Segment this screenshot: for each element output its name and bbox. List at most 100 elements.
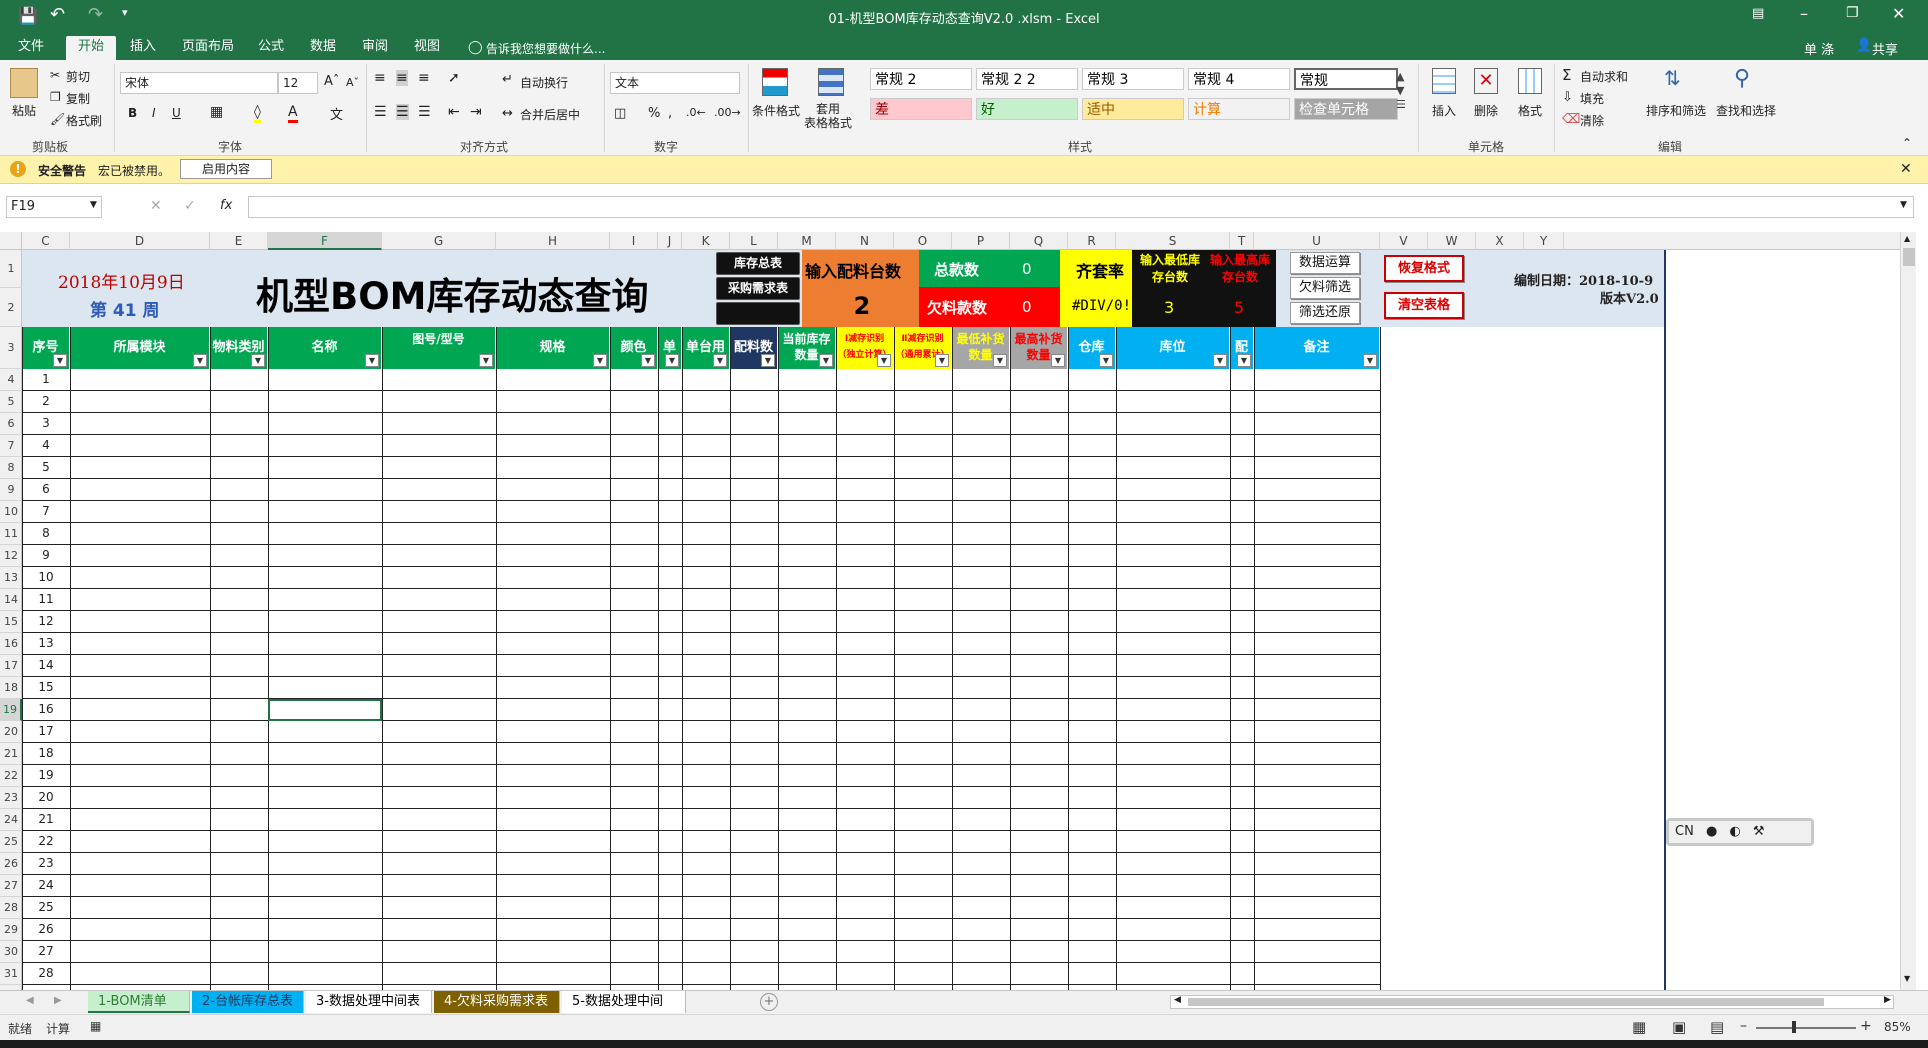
input-quantity-value[interactable]: 2 [852,292,872,320]
gallery-scroll-icon[interactable]: ▲ ▼ ☰ [1396,70,1406,112]
close-security-icon[interactable]: ✕ [1900,161,1912,177]
row-header-2[interactable]: 2 [0,288,22,327]
column-header-M[interactable]: M [778,232,836,250]
minimize-icon[interactable]: – [1800,4,1808,23]
hscroll-thumb[interactable] [1188,998,1824,1006]
accounting-icon[interactable]: ◫ [614,106,626,121]
filter-dropdown-icon-16[interactable]: ▼ [1213,354,1227,367]
cancel-formula-icon[interactable]: ✕ [150,198,162,214]
table-header-1[interactable]: 所属模块 ▼ [70,327,210,369]
row-header-16[interactable]: 16 [0,633,22,655]
copy-button[interactable]: 复制 [66,90,90,107]
cut-icon[interactable]: ✂ [50,68,60,82]
selected-cell-F19[interactable] [268,699,382,721]
row-header-7[interactable]: 7 [0,435,22,457]
table-format-button[interactable]: 套用 表格格式 [804,102,852,130]
sort-filter-button[interactable]: 排序和筛选 [1646,102,1706,119]
align-right-icon[interactable]: ☰ [418,104,431,120]
enable-content-button[interactable]: 启用内容 [180,159,272,179]
page-break-view-icon[interactable]: ▤ [1710,1018,1724,1036]
comma-icon[interactable]: , [668,106,672,121]
filter-dropdown-icon-0[interactable]: ▼ [53,354,67,367]
row-header-20[interactable]: 20 [0,721,22,743]
paste-icon[interactable] [10,68,38,98]
blank-black-button[interactable] [716,302,800,325]
row-header-30[interactable]: 30 [0,941,22,963]
macro-record-icon[interactable]: ▦ [90,1019,101,1033]
row-header-28[interactable]: 28 [0,897,22,919]
filter-dropdown-icon-15[interactable]: ▼ [1099,354,1113,367]
decrease-indent-icon[interactable]: ⇤ [448,104,460,120]
column-header-R[interactable]: R [1068,232,1116,250]
column-header-W[interactable]: W [1428,232,1476,250]
align-left-icon[interactable]: ☰ [374,104,387,120]
row-header-23[interactable]: 23 [0,787,22,809]
percent-icon[interactable]: % [648,106,660,121]
filter-dropdown-icon-18[interactable]: ▼ [1363,354,1377,367]
table-header-11[interactable]: Ⅰ减存识别（独立计算） ▼ [836,327,894,369]
font-size-select[interactable]: 12 [278,72,318,94]
enter-formula-icon[interactable]: ✓ [184,198,196,214]
table-header-4[interactable]: 图号/型号 ▼ [382,327,496,369]
filter-dropdown-icon-13[interactable]: ▼ [993,354,1007,367]
ribbon-display-icon[interactable]: ▤ [1752,6,1764,21]
column-header-D[interactable]: D [70,232,210,250]
vertical-scroll-thumb[interactable] [1903,248,1915,266]
align-bottom-icon[interactable]: ≡ [418,70,430,86]
style-cell-6[interactable]: 好 [976,98,1078,120]
style-cell-8[interactable]: 计算 [1188,98,1290,120]
table-header-17[interactable]: 配料次 ▼ [1230,327,1254,439]
tab-scroll-right-icon[interactable]: ▶ [54,995,62,1006]
fill-color-icon[interactable]: ◊ [254,104,261,123]
row-header-6[interactable]: 6 [0,413,22,435]
row-header-29[interactable]: 29 [0,919,22,941]
table-header-9[interactable]: 配料数量 ▼ [730,327,778,397]
row-header-31[interactable]: 31 [0,963,22,985]
filter-dropdown-icon-14[interactable]: ▼ [1051,354,1065,367]
sort-filter-icon[interactable]: ⇅ [1664,66,1681,90]
column-header-N[interactable]: N [836,232,894,250]
format-cells-button[interactable]: 格式 [1518,102,1542,119]
table-header-6[interactable]: 颜色 ▼ [610,327,658,369]
column-header-J[interactable]: J [658,232,682,250]
row-header-27[interactable]: 27 [0,875,22,897]
cut-button[interactable]: 剪切 [66,68,90,85]
table-header-7[interactable]: 单位 ▼ [658,327,682,397]
row-header-15[interactable]: 15 [0,611,22,633]
row-header-1[interactable]: 1 [0,250,22,288]
zoom-slider[interactable] [1756,1027,1856,1029]
sheet-tab-2[interactable]: 2-台帐库存总表 [192,991,304,1013]
hscroll-left-icon[interactable]: ◀ [1174,995,1181,1005]
column-header-S[interactable]: S [1116,232,1230,250]
row-header-10[interactable]: 10 [0,501,22,523]
table-header-10[interactable]: 当前库存数量 ▼ [778,327,836,369]
zoom-out-icon[interactable]: – [1740,1018,1747,1034]
style-cell-9[interactable]: 检查单元格 [1294,98,1398,120]
copy-icon[interactable]: ❐ [50,90,61,104]
row-header-17[interactable]: 17 [0,655,22,677]
conditional-format-button[interactable]: 条件格式 [752,102,800,119]
format-painter-button[interactable]: 格式刷 [66,112,102,129]
filter-dropdown-icon-12[interactable]: ▼ [935,354,949,367]
row-header-14[interactable]: 14 [0,589,22,611]
column-header-C[interactable]: C [22,232,70,250]
column-header-X[interactable]: X [1476,232,1524,250]
fill-button[interactable]: 填充 [1580,90,1604,107]
filter-dropdown-icon-17[interactable]: ▼ [1237,354,1251,367]
column-header-G[interactable]: G [382,232,496,250]
insert-cells-icon[interactable] [1432,68,1456,94]
filter-dropdown-icon-1[interactable]: ▼ [193,354,207,367]
shrink-font-icon[interactable]: Aˇ [346,76,359,89]
clear-icon[interactable]: ⌫ [1562,112,1580,127]
max-stock-value[interactable]: 5 [1234,298,1244,317]
style-cell-3[interactable]: 常规 4 [1188,68,1290,90]
italic-button[interactable]: I [152,106,156,120]
tab-data[interactable]: 数据 [298,36,348,60]
row-header-3[interactable]: 3 [0,327,22,369]
row-header-22[interactable]: 22 [0,765,22,787]
align-top-icon[interactable]: ≡ [374,70,386,86]
column-header-E[interactable]: E [210,232,268,250]
column-header-H[interactable]: H [496,232,610,250]
wrap-text-icon[interactable]: ↵ [502,72,513,87]
column-header-Y[interactable]: Y [1524,232,1564,250]
